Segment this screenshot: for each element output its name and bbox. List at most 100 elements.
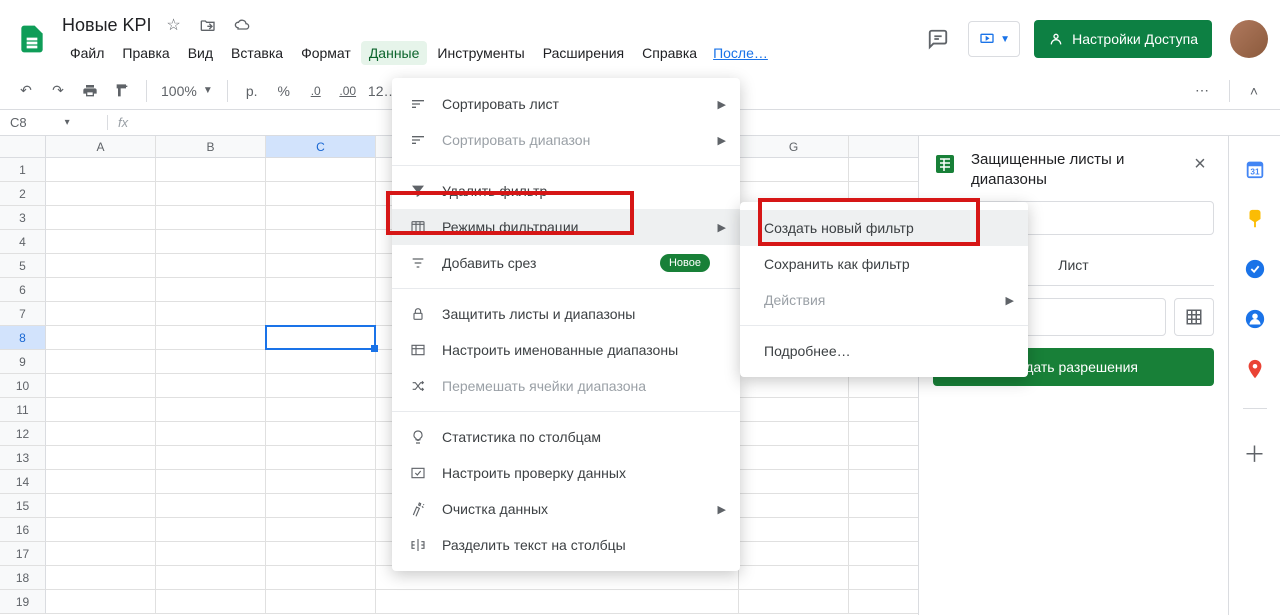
new-badge: Новое: [660, 254, 710, 272]
row-header-12[interactable]: 12: [0, 422, 46, 446]
submenu-arrow-icon: ▶: [718, 221, 726, 234]
keep-icon[interactable]: [1244, 208, 1266, 230]
tasks-icon[interactable]: [1244, 258, 1266, 280]
pick-range-button[interactable]: [1174, 298, 1214, 336]
menu-item[interactable]: Настроить проверку данных: [392, 455, 740, 491]
menu-item-label: Настроить именованные диапазоны: [442, 342, 678, 358]
submenu-item[interactable]: Подробнее…: [740, 333, 1028, 369]
sort-icon: [408, 96, 428, 112]
calendar-icon[interactable]: 31: [1244, 158, 1266, 180]
star-icon[interactable]: ☆: [162, 13, 186, 37]
menu-item[interactable]: Разделить текст на столбцы: [392, 527, 740, 563]
undo-button[interactable]: ↶: [12, 77, 40, 105]
redo-button[interactable]: ↷: [44, 77, 72, 105]
slicer-icon: [408, 255, 428, 271]
menu-item[interactable]: Защитить листы и диапазоны: [392, 296, 740, 332]
row-header-13[interactable]: 13: [0, 446, 46, 470]
quick-access-rail: 31 ＋: [1228, 136, 1280, 615]
row-header-16[interactable]: 16: [0, 518, 46, 542]
menu-tools[interactable]: Инструменты: [429, 41, 532, 65]
move-icon[interactable]: [196, 13, 220, 37]
maps-icon[interactable]: [1244, 358, 1266, 380]
paint-format-button[interactable]: [108, 77, 136, 105]
menu-format[interactable]: Формат: [293, 41, 359, 65]
decrease-decimal-button[interactable]: .0: [302, 77, 330, 105]
toolbar-more-icon[interactable]: ⋯: [1185, 77, 1219, 105]
menu-item[interactable]: Настроить именованные диапазоны: [392, 332, 740, 368]
menu-item-label: Сортировать лист: [442, 96, 559, 112]
row-header-14[interactable]: 14: [0, 470, 46, 494]
menu-item[interactable]: Режимы фильтрации ▶: [392, 209, 740, 245]
percent-button[interactable]: %: [270, 77, 298, 105]
row-header-4[interactable]: 4: [0, 230, 46, 254]
row-header-6[interactable]: 6: [0, 278, 46, 302]
add-addon-button[interactable]: ＋: [1243, 437, 1265, 469]
select-all-corner[interactable]: [0, 136, 46, 158]
sort-icon: [408, 132, 428, 148]
menu-file[interactable]: Файл: [62, 41, 112, 65]
menu-item[interactable]: Добавить срез Новое: [392, 245, 740, 281]
validate-icon: [408, 465, 428, 481]
menu-edit[interactable]: Правка: [114, 41, 177, 65]
menu-item-label: Режимы фильтрации: [442, 219, 578, 235]
last-edit-link[interactable]: После…: [707, 41, 774, 65]
submenu-item[interactable]: Сохранить как фильтр: [740, 246, 1028, 282]
spreadsheet-grid[interactable]: ABCG 12345678910111213141516171819 Сорти…: [0, 136, 918, 615]
active-cell-indicator: [265, 325, 376, 350]
share-button[interactable]: Настройки Доступа: [1034, 20, 1212, 58]
menu-extensions[interactable]: Расширения: [535, 41, 632, 65]
row-header-10[interactable]: 10: [0, 374, 46, 398]
row-header-2[interactable]: 2: [0, 182, 46, 206]
submenu-arrow-icon: ▶: [718, 98, 726, 111]
doc-title[interactable]: Новые KPI: [62, 15, 152, 36]
bulb-icon: [408, 429, 428, 445]
menu-view[interactable]: Вид: [180, 41, 221, 65]
menu-item[interactable]: Удалить фильтр: [392, 173, 740, 209]
contacts-icon[interactable]: [1244, 308, 1266, 330]
row-header-11[interactable]: 11: [0, 398, 46, 422]
submenu-arrow-icon: ▶: [718, 503, 726, 516]
menu-item[interactable]: Статистика по столбцам: [392, 419, 740, 455]
avatar[interactable]: [1230, 20, 1268, 58]
row-header-7[interactable]: 7: [0, 302, 46, 326]
name-box[interactable]: C8▾: [0, 115, 108, 130]
menu-data[interactable]: Данные: [361, 41, 428, 65]
menu-item-label: Настроить проверку данных: [442, 465, 626, 481]
row-header-1[interactable]: 1: [0, 158, 46, 182]
menu-insert[interactable]: Вставка: [223, 41, 291, 65]
menu-help[interactable]: Справка: [634, 41, 705, 65]
row-header-8[interactable]: 8: [0, 326, 46, 350]
share-label: Настройки Доступа: [1072, 31, 1198, 47]
comments-icon[interactable]: [922, 23, 954, 55]
menu-item[interactable]: Очистка данных▶: [392, 491, 740, 527]
row-header-9[interactable]: 9: [0, 350, 46, 374]
lock-icon: [408, 306, 428, 322]
zoom-selector[interactable]: 100% ▼: [157, 83, 217, 99]
cloud-status-icon[interactable]: [230, 13, 254, 37]
col-header-B[interactable]: B: [156, 136, 266, 157]
col-header-A[interactable]: A: [46, 136, 156, 157]
menu-item[interactable]: Сортировать лист ▶: [392, 86, 740, 122]
submenu-item[interactable]: Создать новый фильтр: [740, 210, 1028, 246]
row-header-19[interactable]: 19: [0, 590, 46, 614]
sheets-logo[interactable]: [12, 19, 52, 59]
col-header-C[interactable]: C: [266, 136, 376, 157]
present-button[interactable]: ▼: [968, 21, 1020, 57]
row-header-18[interactable]: 18: [0, 566, 46, 590]
menu-item: Сортировать диапазон▶: [392, 122, 740, 158]
filter-views-submenu: Создать новый фильтрСохранить как фильтр…: [740, 202, 1028, 377]
row-header-17[interactable]: 17: [0, 542, 46, 566]
row-header-15[interactable]: 15: [0, 494, 46, 518]
menu-item-label: Удалить фильтр: [442, 183, 547, 199]
col-header-G[interactable]: G: [739, 136, 849, 157]
currency-button[interactable]: р.: [238, 77, 266, 105]
increase-decimal-button[interactable]: .00: [334, 77, 362, 105]
zoom-value: 100%: [161, 83, 197, 99]
row-header-3[interactable]: 3: [0, 206, 46, 230]
menu-item-label: Добавить срез: [442, 255, 536, 271]
row-header-5[interactable]: 5: [0, 254, 46, 278]
filterview-icon: [408, 219, 428, 235]
print-button[interactable]: [76, 77, 104, 105]
collapse-toolbar-icon[interactable]: ˄: [1240, 77, 1268, 105]
close-panel-button[interactable]: ×: [1186, 150, 1214, 178]
